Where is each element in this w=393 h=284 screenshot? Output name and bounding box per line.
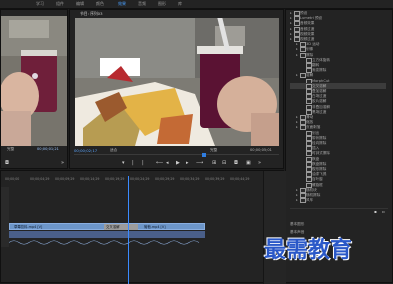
- ruler-tick-label: 00;00;00: [5, 177, 20, 181]
- source-monitor-panel: 完整 00;00;01;21 ◘ »: [0, 9, 68, 169]
- menu-item-graphics[interactable]: 图形: [158, 1, 166, 6]
- step-forward-icon[interactable]: ▸: [186, 160, 189, 166]
- essential-graphics-panel[interactable]: 基本图形: [290, 222, 304, 227]
- play-icon[interactable]: ▶: [176, 160, 180, 166]
- clip-a-label: 草莓饮料.mp4 [V]: [14, 225, 43, 229]
- track-headers: [1, 187, 9, 247]
- program-end-timecode: 00;00;05;01: [250, 148, 272, 152]
- step-back-icon[interactable]: ◂: [166, 160, 169, 166]
- new-bin-icon[interactable]: ▪: [374, 209, 377, 214]
- settings-icon[interactable]: »: [258, 160, 261, 166]
- delete-icon[interactable]: ▫: [382, 209, 385, 214]
- ruler-tick-label: 00;00;14;29: [80, 177, 100, 181]
- menu-item-learn[interactable]: 学习: [36, 1, 44, 6]
- watermark-logo: 最需教育: [264, 237, 353, 263]
- transition-label: 交叉溶解: [106, 225, 120, 229]
- mark-out-icon[interactable]: |: [132, 160, 134, 166]
- program-quality-dropdown[interactable]: 完整: [210, 148, 217, 153]
- menu-item-edit[interactable]: 编辑: [76, 1, 84, 6]
- effects-tree-label: 风车: [306, 198, 314, 203]
- program-monitor-tab[interactable]: 节目: 序列03: [80, 11, 103, 16]
- menu-item-effects[interactable]: 效果: [118, 1, 126, 6]
- ruler-tick-label: 00;00;19;29: [105, 177, 125, 181]
- timeline-panel: 00;00;00 00;00;04;29 00;00;09;29 00;00;14;2…: [0, 170, 286, 284]
- effects-tree-item[interactable]: ▸ 风车: [290, 197, 386, 204]
- program-photo: [75, 18, 279, 146]
- workspace-menu-bar: 学习 组件 编辑 颜色 效果 音频 图形 库: [0, 0, 393, 9]
- audio-waveform: [8, 240, 200, 245]
- source-photo: [1, 16, 67, 146]
- compare-icon[interactable]: ▣: [246, 160, 251, 166]
- audio-clip-track[interactable]: [8, 231, 205, 245]
- program-monitor-panel: 节目: 序列03 00;00;02;17 适合 完整 00;00;05;01 ▾…: [69, 9, 284, 169]
- ruler-tick-label: 00;00;34;29: [180, 177, 200, 181]
- ruler-tick-label: 00;00;44;29: [230, 177, 250, 181]
- menu-item-audio[interactable]: 音频: [138, 1, 146, 6]
- go-to-in-icon[interactable]: ⟵: [156, 160, 163, 166]
- menu-item-libraries[interactable]: 库: [178, 1, 182, 6]
- go-to-out-icon[interactable]: ⟶: [196, 160, 203, 166]
- video-clip-track[interactable]: 草莓饮料.mp4 [V] 交叉溶解 葡萄.mp4 [V]: [9, 223, 205, 230]
- ruler-tick-label: 00;00;24;29: [130, 177, 150, 181]
- ruler-tick-label: 00;00;39;29: [205, 177, 225, 181]
- chevron-right-icon[interactable]: ▸: [296, 197, 298, 203]
- transport-controls: ▾ | | ⟵ ◂ ▶ ▸ ⟶ ⊞ ⊟ ◘ ▣ »: [122, 160, 272, 168]
- menu-item-assembly[interactable]: 组件: [56, 1, 64, 6]
- program-playhead-bar[interactable]: [74, 153, 279, 158]
- source-settings-icon[interactable]: »: [61, 160, 64, 166]
- audio-meter: [263, 171, 286, 284]
- source-camera-icon[interactable]: ◘: [5, 160, 9, 166]
- ruler-tick-label: 00;00;09;29: [55, 177, 75, 181]
- transition-clip[interactable]: 交叉溶解: [104, 224, 138, 230]
- effects-footer: ▪ ▫: [290, 208, 388, 215]
- clip-c-label: 葡萄.mp4 [V]: [144, 225, 166, 229]
- ruler-tick-label: 00;00;04;29: [30, 177, 50, 181]
- ruler-tick-label: 00;00;29;29: [155, 177, 175, 181]
- source-timecode: 00;00;01;21: [37, 147, 59, 151]
- program-current-timecode[interactable]: 00;00;02;17: [74, 148, 97, 153]
- source-fit-label[interactable]: 完整: [7, 147, 14, 152]
- timeline-playhead[interactable]: [128, 176, 129, 284]
- lift-icon[interactable]: ⊞: [212, 160, 216, 166]
- effects-tree: ▸ 预设 ▸ Lumetri 预设 ▸ 音频效果 ▸ 音频过渡 ▸ 视频效果 ▸ 视频过渡 ▸ 3D 运动…: [290, 10, 390, 240]
- source-monitor-frame: [1, 16, 67, 146]
- program-playhead-marker[interactable]: [202, 153, 206, 157]
- menu-item-color[interactable]: 颜色: [96, 1, 104, 6]
- program-monitor-frame: [75, 18, 279, 146]
- clear-icon[interactable]: |: [142, 160, 144, 166]
- export-frame-icon[interactable]: ◘: [234, 160, 238, 166]
- timeline-ruler[interactable]: 00;00;00 00;00;04;29 00;00;09;29 00;00;14;2…: [5, 177, 279, 182]
- program-fit-dropdown[interactable]: 适合: [110, 148, 117, 153]
- mark-in-icon[interactable]: ▾: [122, 160, 125, 166]
- extract-icon[interactable]: ⊟: [222, 160, 226, 166]
